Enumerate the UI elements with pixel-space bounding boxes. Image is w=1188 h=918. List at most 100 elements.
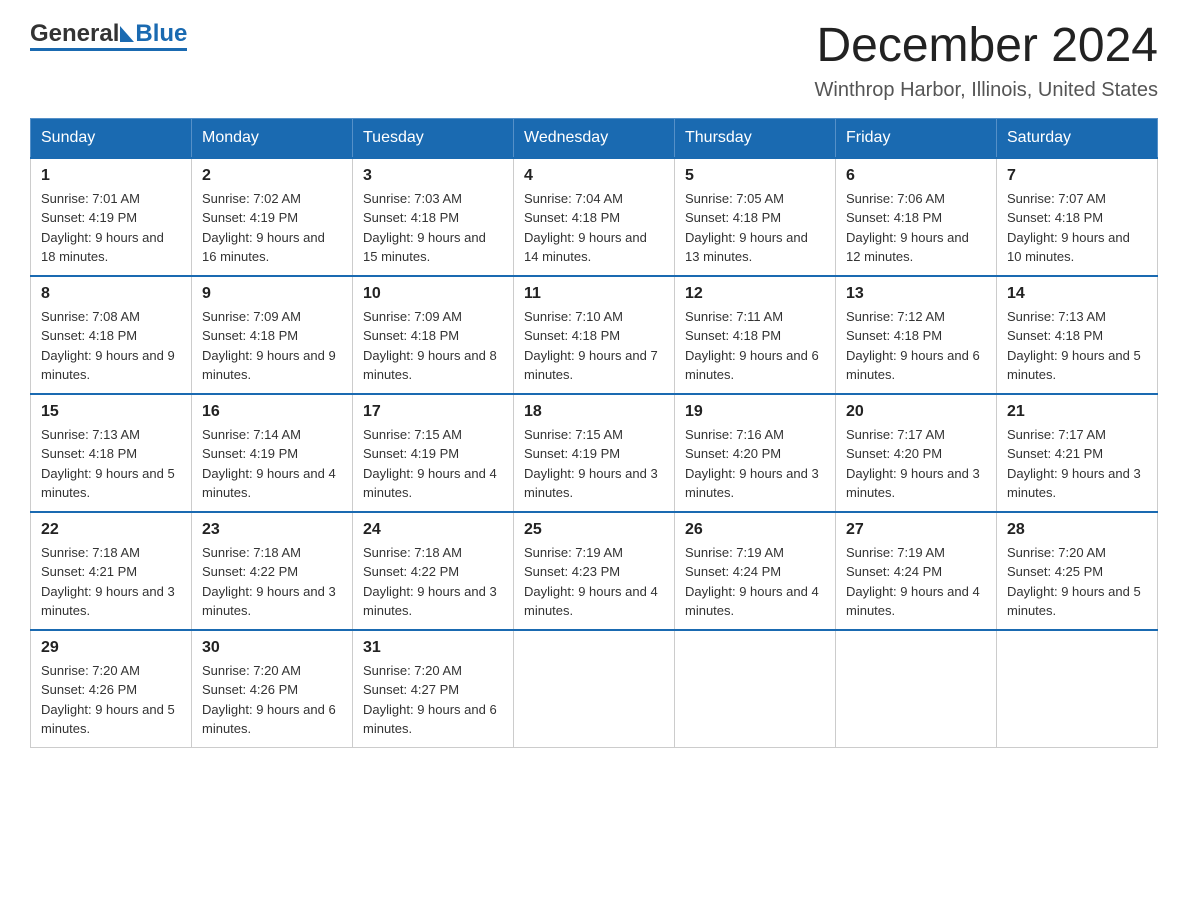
day-number: 13 — [846, 285, 986, 303]
table-row: 20 Sunrise: 7:17 AMSunset: 4:20 PMDayligh… — [836, 394, 997, 512]
calendar-week-row: 1 Sunrise: 7:01 AMSunset: 4:19 PMDaylight… — [31, 158, 1158, 276]
day-info: Sunrise: 7:15 AMSunset: 4:19 PMDaylight:… — [524, 425, 664, 503]
day-number: 30 — [202, 639, 342, 657]
day-info: Sunrise: 7:07 AMSunset: 4:18 PMDaylight:… — [1007, 189, 1147, 267]
day-info: Sunrise: 7:20 AMSunset: 4:27 PMDaylight:… — [363, 661, 503, 739]
page-header: General Blue December 2024 Winthrop Harb… — [30, 20, 1158, 102]
day-info: Sunrise: 7:18 AMSunset: 4:21 PMDaylight:… — [41, 543, 181, 621]
page-title: December 2024 — [815, 20, 1159, 73]
table-row: 11 Sunrise: 7:10 AMSunset: 4:18 PMDayligh… — [514, 276, 675, 394]
day-number: 16 — [202, 403, 342, 421]
logo-blue-text: Blue — [135, 20, 187, 48]
day-info: Sunrise: 7:13 AMSunset: 4:18 PMDaylight:… — [1007, 307, 1147, 385]
table-row: 23 Sunrise: 7:18 AMSunset: 4:22 PMDayligh… — [192, 512, 353, 630]
day-number: 25 — [524, 521, 664, 539]
day-info: Sunrise: 7:17 AMSunset: 4:20 PMDaylight:… — [846, 425, 986, 503]
day-number: 15 — [41, 403, 181, 421]
day-info: Sunrise: 7:15 AMSunset: 4:19 PMDaylight:… — [363, 425, 503, 503]
col-thursday: Thursday — [675, 118, 836, 158]
day-number: 29 — [41, 639, 181, 657]
day-number: 5 — [685, 167, 825, 185]
table-row: 7Sunrise: 7:07 AMSunset: 4:18 PMDaylight… — [997, 158, 1158, 276]
day-info: Sunrise: 7:01 AMSunset: 4:19 PMDaylight:… — [41, 189, 181, 267]
calendar-week-row: 15 Sunrise: 7:13 AMSunset: 4:18 PMDayligh… — [31, 394, 1158, 512]
day-info: Sunrise: 7:20 AMSunset: 4:25 PMDaylight:… — [1007, 543, 1147, 621]
day-info: Sunrise: 7:14 AMSunset: 4:19 PMDaylight:… — [202, 425, 342, 503]
day-info: Sunrise: 7:09 AMSunset: 4:18 PMDaylight:… — [202, 307, 342, 385]
day-info: Sunrise: 7:02 AMSunset: 4:19 PMDaylight:… — [202, 189, 342, 267]
day-number: 31 — [363, 639, 503, 657]
table-row: 29 Sunrise: 7:20 AMSunset: 4:26 PMDayligh… — [31, 630, 192, 748]
table-row: 16 Sunrise: 7:14 AMSunset: 4:19 PMDayligh… — [192, 394, 353, 512]
day-info: Sunrise: 7:09 AMSunset: 4:18 PMDaylight:… — [363, 307, 503, 385]
day-number: 12 — [685, 285, 825, 303]
day-number: 9 — [202, 285, 342, 303]
calendar-week-row: 8Sunrise: 7:08 AMSunset: 4:18 PMDaylight… — [31, 276, 1158, 394]
table-row: 14 Sunrise: 7:13 AMSunset: 4:18 PMDayligh… — [997, 276, 1158, 394]
table-row: 8Sunrise: 7:08 AMSunset: 4:18 PMDaylight… — [31, 276, 192, 394]
day-info: Sunrise: 7:19 AMSunset: 4:24 PMDaylight:… — [685, 543, 825, 621]
table-row — [675, 630, 836, 748]
day-number: 10 — [363, 285, 503, 303]
table-row: 9 Sunrise: 7:09 AMSunset: 4:18 PMDaylight… — [192, 276, 353, 394]
day-number: 28 — [1007, 521, 1147, 539]
day-number: 14 — [1007, 285, 1147, 303]
day-info: Sunrise: 7:04 AMSunset: 4:18 PMDaylight:… — [524, 189, 664, 267]
col-sunday: Sunday — [31, 118, 192, 158]
day-number: 8 — [41, 285, 181, 303]
day-number: 22 — [41, 521, 181, 539]
day-info: Sunrise: 7:10 AMSunset: 4:18 PMDaylight:… — [524, 307, 664, 385]
day-number: 18 — [524, 403, 664, 421]
calendar-header-row: Sunday Monday Tuesday Wednesday Thursday… — [31, 118, 1158, 158]
day-number: 26 — [685, 521, 825, 539]
day-number: 27 — [846, 521, 986, 539]
day-number: 20 — [846, 403, 986, 421]
calendar-week-row: 29 Sunrise: 7:20 AMSunset: 4:26 PMDayligh… — [31, 630, 1158, 748]
col-saturday: Saturday — [997, 118, 1158, 158]
col-monday: Monday — [192, 118, 353, 158]
table-row: 25 Sunrise: 7:19 AMSunset: 4:23 PMDayligh… — [514, 512, 675, 630]
table-row: 13 Sunrise: 7:12 AMSunset: 4:18 PMDayligh… — [836, 276, 997, 394]
table-row: 22 Sunrise: 7:18 AMSunset: 4:21 PMDayligh… — [31, 512, 192, 630]
table-row — [997, 630, 1158, 748]
day-number: 19 — [685, 403, 825, 421]
day-number: 23 — [202, 521, 342, 539]
logo-general-text: General — [30, 20, 119, 48]
logo-underline — [30, 48, 187, 51]
day-number: 4 — [524, 167, 664, 185]
table-row: 28 Sunrise: 7:20 AMSunset: 4:25 PMDayligh… — [997, 512, 1158, 630]
table-row: 30Sunrise: 7:20 AMSunset: 4:26 PMDayligh… — [192, 630, 353, 748]
table-row — [514, 630, 675, 748]
day-number: 2 — [202, 167, 342, 185]
table-row: 17 Sunrise: 7:15 AMSunset: 4:19 PMDayligh… — [353, 394, 514, 512]
day-info: Sunrise: 7:03 AMSunset: 4:18 PMDaylight:… — [363, 189, 503, 267]
col-tuesday: Tuesday — [353, 118, 514, 158]
table-row: 5 Sunrise: 7:05 AMSunset: 4:18 PMDaylight… — [675, 158, 836, 276]
table-row: 27Sunrise: 7:19 AMSunset: 4:24 PMDayligh… — [836, 512, 997, 630]
table-row: 12Sunrise: 7:11 AMSunset: 4:18 PMDayligh… — [675, 276, 836, 394]
table-row: 21Sunrise: 7:17 AMSunset: 4:21 PMDayligh… — [997, 394, 1158, 512]
logo: General Blue — [30, 20, 187, 51]
table-row: 1 Sunrise: 7:01 AMSunset: 4:19 PMDaylight… — [31, 158, 192, 276]
day-info: Sunrise: 7:19 AMSunset: 4:23 PMDaylight:… — [524, 543, 664, 621]
table-row: 4 Sunrise: 7:04 AMSunset: 4:18 PMDaylight… — [514, 158, 675, 276]
day-info: Sunrise: 7:20 AMSunset: 4:26 PMDaylight:… — [41, 661, 181, 739]
day-info: Sunrise: 7:13 AMSunset: 4:18 PMDaylight:… — [41, 425, 181, 503]
day-info: Sunrise: 7:18 AMSunset: 4:22 PMDaylight:… — [202, 543, 342, 621]
table-row — [836, 630, 997, 748]
logo-arrow-icon — [120, 26, 134, 42]
day-info: Sunrise: 7:12 AMSunset: 4:18 PMDaylight:… — [846, 307, 986, 385]
day-number: 17 — [363, 403, 503, 421]
table-row: 6Sunrise: 7:06 AMSunset: 4:18 PMDaylight… — [836, 158, 997, 276]
day-number: 11 — [524, 285, 664, 303]
title-section: December 2024 Winthrop Harbor, Illinois,… — [815, 20, 1159, 102]
day-number: 3 — [363, 167, 503, 185]
day-number: 24 — [363, 521, 503, 539]
day-number: 6 — [846, 167, 986, 185]
day-number: 21 — [1007, 403, 1147, 421]
table-row: 2 Sunrise: 7:02 AMSunset: 4:19 PMDaylight… — [192, 158, 353, 276]
day-number: 1 — [41, 167, 181, 185]
day-info: Sunrise: 7:05 AMSunset: 4:18 PMDaylight:… — [685, 189, 825, 267]
table-row: 24Sunrise: 7:18 AMSunset: 4:22 PMDayligh… — [353, 512, 514, 630]
table-row: 3 Sunrise: 7:03 AMSunset: 4:18 PMDaylight… — [353, 158, 514, 276]
